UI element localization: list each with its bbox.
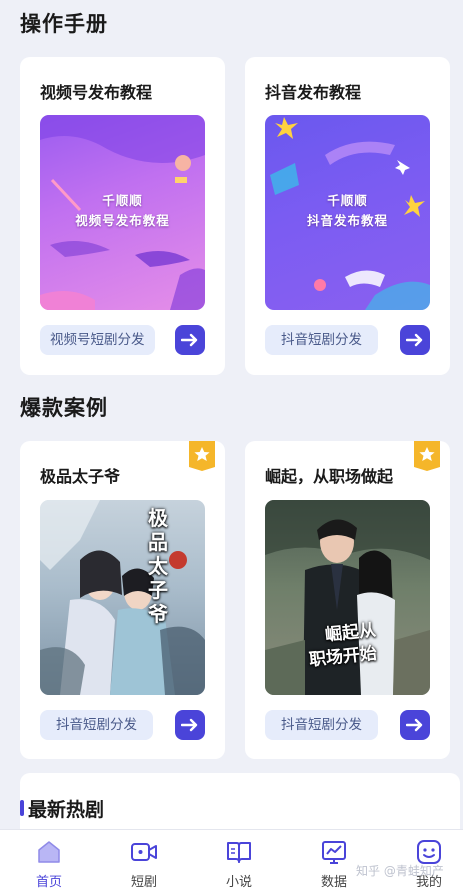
- book-icon: [227, 842, 251, 863]
- thumbnail-line-2: 抖音发布教程: [306, 213, 388, 228]
- arrow-right-icon: [406, 718, 423, 732]
- go-button[interactable]: [175, 710, 205, 740]
- drama-poster[interactable]: 极品太子爷: [40, 500, 205, 695]
- tutorial-thumbnail[interactable]: 千顺顺 抖音发布教程: [265, 115, 430, 310]
- thumbnail-line-1: 千顺顺: [102, 193, 143, 208]
- bottom-tab-bar: 首页 短剧 小说 数据 我的: [0, 829, 463, 890]
- thumbnail-line-1: 千顺顺: [327, 193, 368, 208]
- arrow-right-icon: [181, 718, 198, 732]
- arrow-right-icon: [181, 333, 198, 347]
- tab-profile[interactable]: 我的: [394, 830, 463, 890]
- case-card-jipin[interactable]: 极品太子爷 极品太子爷 抖音短剧分发: [20, 441, 225, 759]
- tab-label: 短剧: [130, 875, 157, 890]
- card-title: 抖音发布教程: [265, 83, 362, 102]
- go-button[interactable]: [400, 710, 430, 740]
- distribution-tag[interactable]: 视频号短剧分发: [40, 325, 155, 355]
- tutorial-thumbnail[interactable]: 千顺顺 视频号发布教程: [40, 115, 205, 310]
- chart-icon: [322, 841, 346, 864]
- distribution-tag[interactable]: 抖音短剧分发: [265, 710, 378, 740]
- star-badge-icon: [414, 441, 440, 471]
- go-button[interactable]: [175, 325, 205, 355]
- tab-dramas[interactable]: 短剧: [109, 830, 179, 890]
- card-title: 崛起，从职场做起: [265, 467, 394, 486]
- tab-home[interactable]: 首页: [14, 830, 84, 890]
- distribution-tag[interactable]: 抖音短剧分发: [265, 325, 378, 355]
- hot-section-title: 最新热剧: [28, 799, 105, 821]
- watermark: 知乎 @青蛙知产: [356, 864, 444, 878]
- go-button[interactable]: [400, 325, 430, 355]
- case-card-jueqi[interactable]: 崛起，从职场做起 崛起从 职场开始 抖音短剧分发: [245, 441, 450, 759]
- tab-label: 首页: [35, 875, 62, 890]
- card-title: 极品太子爷: [40, 467, 121, 486]
- cases-section-title: 爆款案例: [20, 396, 108, 420]
- tab-data[interactable]: 数据: [299, 830, 369, 890]
- thumbnail-line-2: 视频号发布教程: [75, 213, 170, 228]
- card-title: 视频号发布教程: [40, 83, 153, 102]
- distribution-tag[interactable]: 抖音短剧分发: [40, 710, 153, 740]
- manual-section-title: 操作手册: [20, 12, 108, 36]
- tab-novels[interactable]: 小说: [204, 830, 274, 890]
- arrow-right-icon: [406, 333, 423, 347]
- drama-poster[interactable]: 崛起从 职场开始: [265, 500, 430, 695]
- home-icon: [38, 841, 60, 863]
- tab-label: 小说: [225, 875, 252, 890]
- tutorial-card-shipinhao[interactable]: 视频号发布教程 千顺顺 视频号发布教程 视频号短剧分发: [20, 57, 225, 375]
- tutorial-card-douyin[interactable]: 抖音发布教程 千顺顺 抖音发布教程 抖音短剧分发: [245, 57, 450, 375]
- star-badge-icon: [189, 441, 215, 471]
- section-accent-bar: [20, 800, 24, 816]
- poster-title: 极品太子爷: [148, 506, 168, 626]
- video-camera-icon: [131, 843, 157, 861]
